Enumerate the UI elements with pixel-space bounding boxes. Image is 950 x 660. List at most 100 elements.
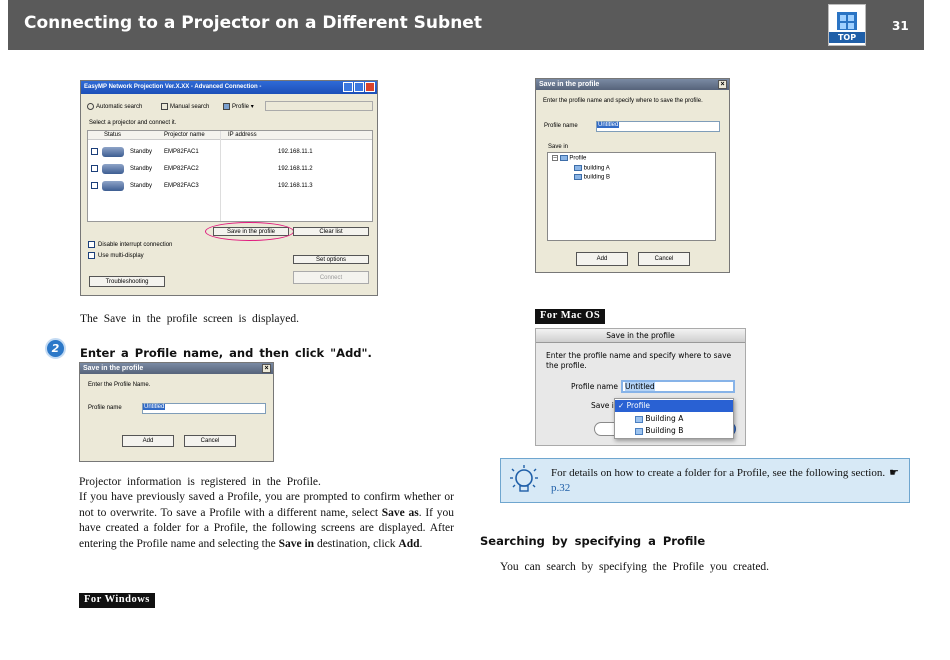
dialog-prompt: Enter the profile name and specify where… — [543, 98, 703, 104]
column-projector-name[interactable]: Projector name — [164, 132, 205, 138]
folder-tree[interactable]: – Profile building A building B — [547, 152, 716, 241]
add-term: Add — [398, 537, 420, 550]
advanced-connection-dialog: EasyMP Network Projection Ver.X.XX - Adv… — [80, 80, 378, 296]
note-text: For details on how to create a folder fo… — [551, 467, 899, 494]
table-row[interactable]: Standby EMP82FAC1 192.168.11.1 — [88, 145, 372, 159]
row-checkbox[interactable] — [91, 165, 98, 172]
maximize-icon[interactable] — [354, 82, 364, 92]
row-ip-address: 192.168.11.2 — [278, 166, 313, 172]
highlight-ellipse — [205, 222, 294, 241]
row-ip-address: 192.168.11.1 — [278, 149, 313, 155]
profile-name-input[interactable]: Untitled — [142, 403, 266, 414]
mac-save-profile-dialog: Save in the profile Enter the profile na… — [535, 328, 746, 446]
cancel-button[interactable]: Cancel — [638, 252, 690, 266]
profile-name-label: Profile name — [544, 123, 578, 129]
cancel-button[interactable]: Cancel — [184, 435, 236, 447]
folder-icon — [574, 174, 582, 180]
menu-item-building-b[interactable]: Building B — [635, 425, 683, 437]
step-number-badge: 2 — [45, 338, 66, 359]
manual-search-icon — [161, 103, 168, 110]
collapse-icon[interactable]: – — [552, 155, 558, 161]
profile-name-input[interactable]: Untitled — [621, 380, 735, 393]
profile-name-value: Untitled — [597, 122, 620, 128]
table-row[interactable]: Standby EMP82FAC3 192.168.11.3 — [88, 179, 372, 193]
para-save-as: If you have previously saved a Profile, … — [79, 491, 454, 550]
folder-icon — [559, 155, 568, 161]
dialog-titlebar: Save in the profile × — [536, 79, 729, 90]
row-checkbox[interactable] — [91, 148, 98, 155]
close-icon[interactable] — [365, 82, 375, 92]
home-icon — [837, 12, 857, 30]
save-in-label: Save i — [591, 401, 614, 410]
clear-list-button[interactable]: Clear list — [293, 227, 369, 236]
folder-icon — [635, 415, 643, 423]
projector-list: Status Projector name IP address Standby… — [87, 130, 373, 222]
save-profile-dialog-small: Save in the profile × Enter the Profile … — [79, 362, 274, 462]
table-row[interactable]: Standby EMP82FAC2 192.168.11.2 — [88, 162, 372, 176]
dialog-titlebar: Save in the profile × — [80, 363, 273, 374]
connect-button[interactable]: Connect — [293, 271, 369, 284]
dialog-prompt-line2: the profile. — [546, 361, 587, 370]
row-ip-address: 192.168.11.3 — [278, 183, 313, 189]
para-registered: Projector information is registered in t… — [79, 476, 321, 488]
profile-name-input[interactable]: Untitled — [596, 121, 720, 132]
multi-display-checkbox[interactable] — [88, 252, 95, 259]
disable-interrupt-checkbox[interactable] — [88, 241, 95, 248]
profile-menu-button[interactable]: Profile ▾ — [223, 103, 254, 110]
row-status: Standby — [130, 166, 153, 172]
row-checkbox[interactable] — [91, 182, 98, 189]
add-button[interactable]: Add — [122, 435, 174, 447]
set-options-button[interactable]: Set options — [293, 255, 369, 264]
tree-item-building-a[interactable]: building A — [574, 165, 610, 172]
dialog-prompt-line1: Enter the profile name and specify where… — [546, 351, 732, 360]
menu-item-profile[interactable]: ✓ Profile — [615, 400, 733, 412]
automatic-search-button[interactable]: Automatic search — [87, 103, 142, 110]
column-ip-address[interactable]: IP address — [228, 132, 257, 138]
tree-item-building-b[interactable]: building B — [574, 174, 610, 181]
save-in-term: Save in — [278, 537, 315, 550]
list-header: Status Projector name IP address — [88, 131, 372, 140]
note-box: For details on how to create a folder fo… — [500, 458, 910, 503]
minimize-icon[interactable] — [343, 82, 353, 92]
row-projector-name: EMP82FAC1 — [164, 149, 199, 155]
projector-icon — [102, 181, 124, 191]
dialog-title: Save in the profile — [539, 81, 600, 88]
save-profile-dialog-folders: Save in the profile × Enter the profile … — [535, 78, 730, 273]
dialog-prompt: Enter the Profile Name. — [88, 382, 151, 388]
row-status: Standby — [130, 149, 153, 155]
text-save-displayed: The Save in the profile screen is displa… — [80, 313, 299, 325]
tag-windows: For Windows — [79, 593, 155, 608]
add-button[interactable]: Add — [576, 252, 628, 266]
toolbar-field — [265, 101, 373, 111]
profile-name-label: Profile name — [571, 382, 618, 391]
dropdown-arrow-icon: ▾ — [250, 104, 254, 111]
profile-name-value: Untitled — [143, 404, 166, 410]
profile-icon — [223, 103, 230, 110]
section-text: You can search by specifying the Profile… — [500, 561, 770, 573]
top-label: TOP — [829, 32, 865, 43]
close-icon[interactable]: × — [262, 364, 271, 373]
projector-icon — [102, 147, 124, 157]
save-as-term: Save as — [381, 506, 419, 519]
menu-item-building-a[interactable]: Building A — [635, 413, 683, 425]
instruction-text: Select a projector and connect it. — [89, 120, 177, 126]
top-button[interactable]: TOP — [828, 4, 866, 46]
pointing-hand-icon: ☛ — [889, 467, 899, 479]
manual-search-button[interactable]: Manual search — [161, 103, 209, 110]
column-status[interactable]: Status — [104, 132, 121, 138]
save-in-popup-menu[interactable]: ✓ Profile Building A Building B — [614, 398, 734, 439]
profile-name-value: Untitled — [625, 382, 655, 391]
page-link[interactable]: p.32 — [551, 482, 570, 494]
page-title: Connecting to a Projector on a Different… — [24, 13, 482, 33]
page-number: 31 — [892, 19, 909, 33]
step-heading: Enter a Profile name, and then click "Ad… — [80, 346, 372, 360]
save-in-label: Save in — [548, 144, 569, 150]
troubleshooting-button[interactable]: Troubleshooting — [89, 276, 165, 287]
tree-item-profile[interactable]: – Profile — [552, 155, 586, 162]
close-icon[interactable]: × — [718, 80, 727, 89]
lightbulb-icon — [510, 465, 538, 492]
folder-icon — [574, 165, 582, 171]
projector-icon — [102, 164, 124, 174]
search-icon — [87, 103, 94, 110]
dialog-title: EasyMP Network Projection Ver.X.XX - Adv… — [84, 84, 262, 90]
